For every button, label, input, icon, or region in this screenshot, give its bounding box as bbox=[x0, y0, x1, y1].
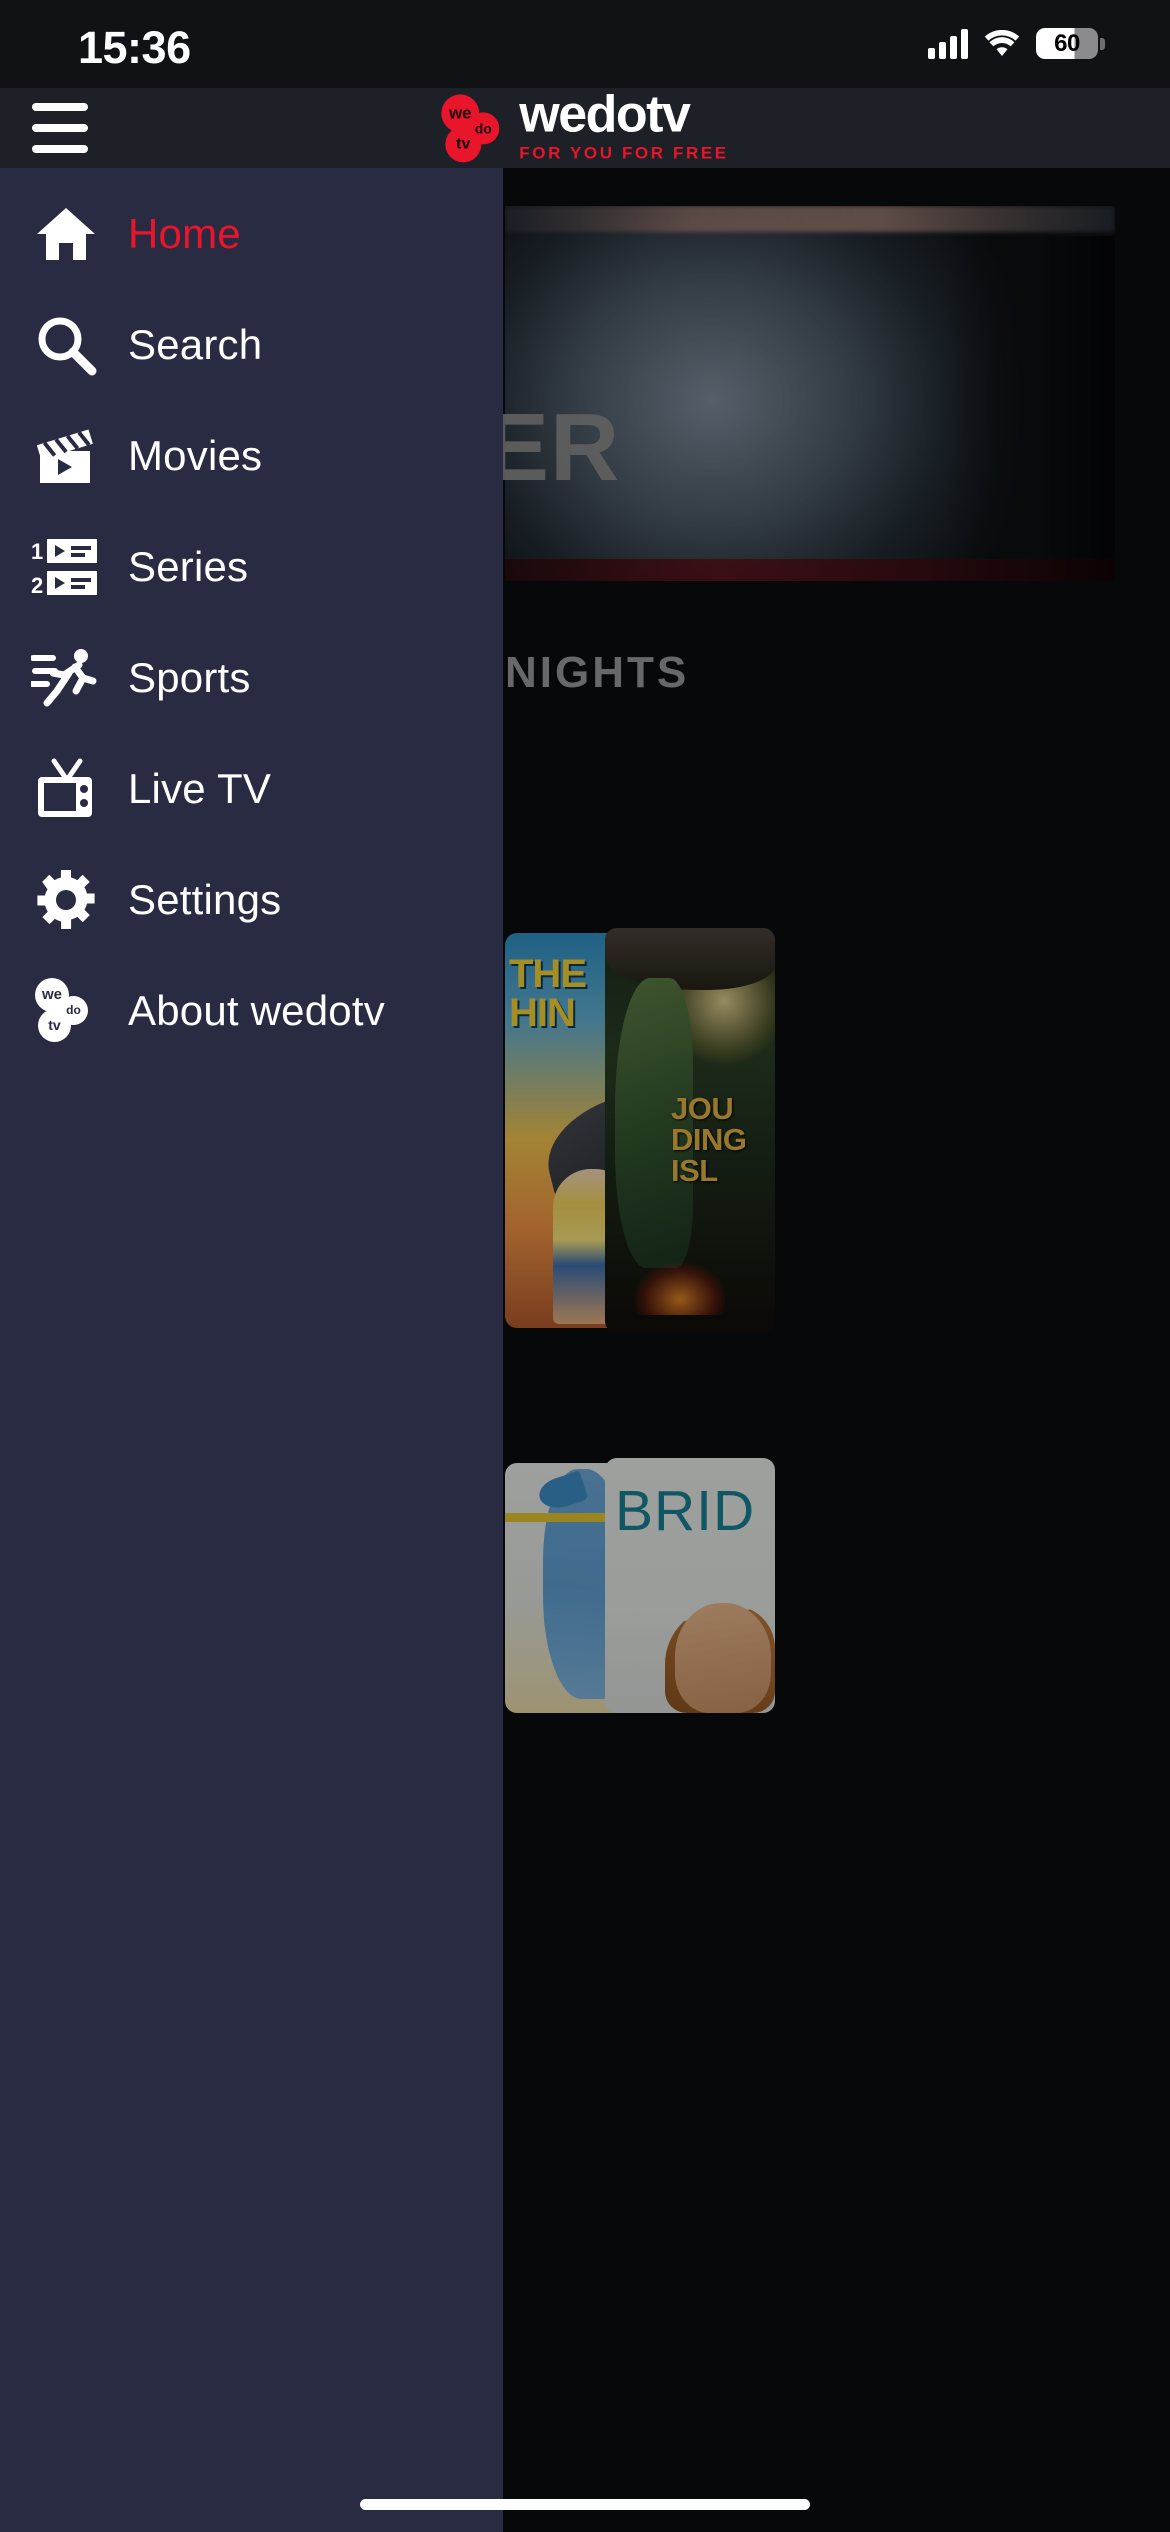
cellular-signal-icon bbox=[928, 28, 968, 59]
logo-tagline: FOR YOU FOR FREE bbox=[519, 143, 729, 163]
sidebar-item-home[interactable]: Home bbox=[0, 178, 503, 289]
sidebar-item-label: Series bbox=[128, 542, 249, 590]
sidebar-item-series[interactable]: 1 2 Series bbox=[0, 511, 503, 622]
battery-percent-label: 60 bbox=[1054, 29, 1080, 57]
running-icon bbox=[26, 642, 106, 714]
playlist-icon: 1 2 bbox=[26, 531, 106, 603]
app-header: we do tv wedotv FOR YOU FOR FREE bbox=[0, 88, 1170, 168]
home-icon bbox=[26, 198, 106, 270]
sidebar-item-label: Settings bbox=[128, 875, 282, 923]
battery-icon: 60 bbox=[1036, 28, 1105, 59]
navigation-drawer: Home Search Movies 1 2 Series Sports Liv… bbox=[0, 168, 503, 2532]
logo-wordmark: wedotv bbox=[519, 85, 691, 144]
sidebar-item-label: Movies bbox=[128, 431, 263, 479]
status-bar-time: 15:36 bbox=[78, 22, 191, 73]
wedotv-mark-icon: we do tv bbox=[441, 92, 509, 164]
sidebar-item-settings[interactable]: Settings bbox=[0, 844, 503, 955]
wedotv-mark-icon: we do tv bbox=[26, 975, 106, 1047]
sidebar-item-about-wedotv[interactable]: we do tv About wedotv bbox=[0, 955, 503, 1066]
sidebar-item-label: Live TV bbox=[128, 764, 272, 812]
phone-screen: 15:36 60 ER NIGHTS THE HIN JOU DING ISL … bbox=[0, 0, 1170, 2532]
sidebar-item-label: Search bbox=[128, 320, 263, 368]
sidebar-item-label: Sports bbox=[128, 653, 251, 701]
sidebar-item-search[interactable]: Search bbox=[0, 289, 503, 400]
sidebar-item-sports[interactable]: Sports bbox=[0, 622, 503, 733]
sidebar-item-live-tv[interactable]: Live TV bbox=[0, 733, 503, 844]
search-icon bbox=[26, 309, 106, 381]
wifi-icon bbox=[984, 29, 1020, 58]
sidebar-item-movies[interactable]: Movies bbox=[0, 400, 503, 511]
mark-line-tv: tv bbox=[38, 1008, 71, 1042]
wedotv-logo[interactable]: we do tv wedotv FOR YOU FOR FREE bbox=[441, 85, 729, 165]
mark-line-tv: tv bbox=[445, 126, 482, 162]
svg-text:1: 1 bbox=[31, 539, 43, 564]
hamburger-menu-icon[interactable] bbox=[20, 100, 100, 156]
status-bar: 15:36 60 bbox=[0, 0, 1170, 88]
svg-text:2: 2 bbox=[31, 573, 43, 598]
logo-wordmark-group: wedotv FOR YOU FOR FREE bbox=[519, 85, 729, 165]
status-bar-indicators: 60 bbox=[928, 28, 1105, 59]
clapperboard-icon bbox=[26, 420, 106, 492]
sidebar-item-label: Home bbox=[128, 209, 241, 257]
sidebar-item-label: About wedotv bbox=[128, 986, 385, 1034]
gear-icon bbox=[26, 864, 106, 936]
television-icon bbox=[26, 753, 106, 825]
home-indicator[interactable] bbox=[360, 2499, 810, 2510]
